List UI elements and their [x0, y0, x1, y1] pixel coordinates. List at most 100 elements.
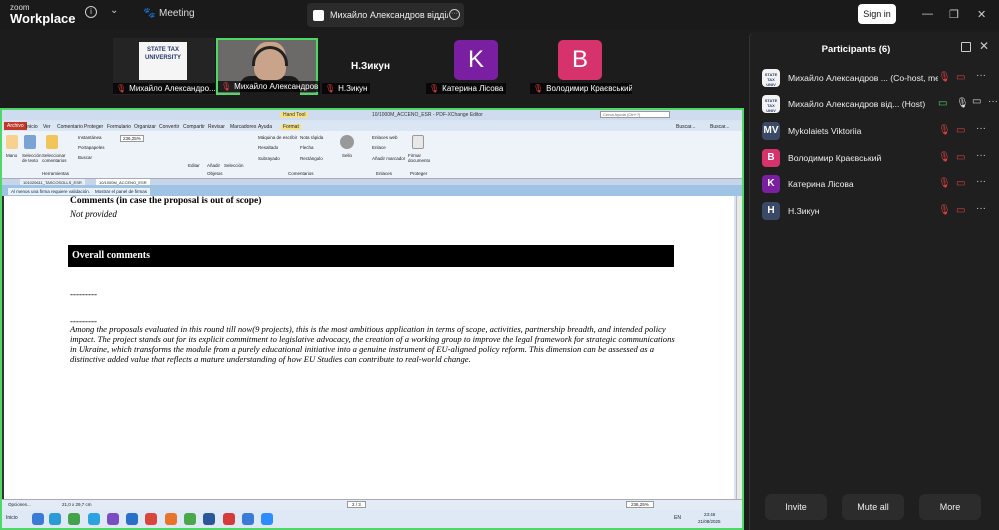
- snapshot-button[interactable]: Instantánea: [78, 135, 102, 140]
- tab-inicio[interactable]: Inicio: [26, 124, 38, 130]
- tab-proteger[interactable]: Proteger: [84, 124, 103, 130]
- underline-button[interactable]: Subrayado: [258, 156, 280, 161]
- camera-on-icon[interactable]: ▭: [972, 96, 981, 107]
- vertical-scrollbar[interactable]: [736, 196, 742, 499]
- tab-archivo[interactable]: Archivo: [4, 122, 27, 130]
- telegram-icon[interactable]: [88, 513, 100, 525]
- tab-ayuda[interactable]: Ayuda: [258, 124, 272, 130]
- app-blue-icon[interactable]: [242, 513, 254, 525]
- text-select-button[interactable]: Selección de texto: [22, 153, 42, 163]
- tab-organizar[interactable]: Organizar: [134, 124, 156, 130]
- screen-share-icon[interactable]: ▭: [938, 98, 947, 109]
- add-bookmark-button[interactable]: Añadir marcador: [372, 156, 405, 161]
- page-number-input[interactable]: 2 / 3: [347, 501, 366, 508]
- participant-row[interactable]: B Володимир Краєвський 🎙 ▭ ···: [762, 149, 994, 167]
- minimize-button[interactable]: —: [922, 8, 933, 20]
- close-button[interactable]: ✕: [977, 8, 986, 21]
- camera-off-icon[interactable]: ▭: [956, 125, 965, 136]
- zoom-level-input[interactable]: 236,25%: [626, 501, 654, 508]
- comment-select-button[interactable]: Seleccionar comentarios: [42, 153, 67, 163]
- meeting-tab[interactable]: 🐾 Meeting: [143, 8, 195, 19]
- participant-row[interactable]: STATE TAX UNIV Михайло Александров від..…: [762, 95, 998, 113]
- viber-icon[interactable]: [107, 513, 119, 525]
- app-red-icon[interactable]: [223, 513, 235, 525]
- link-button[interactable]: Enlace: [372, 145, 386, 150]
- chrome-icon[interactable]: [184, 513, 196, 525]
- info-icon[interactable]: i: [85, 6, 97, 18]
- sign-in-button[interactable]: Sign in: [858, 4, 896, 24]
- clipboard-button[interactable]: Portapapeles: [78, 145, 105, 150]
- tab-revisar[interactable]: Revisar: [208, 124, 225, 130]
- video-tile-1[interactable]: STATE TAX UNIVERSITY 🎙 Михайло Александро…: [113, 38, 215, 95]
- more-icon[interactable]: ···: [976, 150, 986, 161]
- more-icon[interactable]: ···: [976, 123, 986, 134]
- add-button[interactable]: Añadir: [207, 163, 220, 168]
- zoom-taskbar-icon[interactable]: [261, 513, 273, 525]
- camera-off-icon[interactable]: ▭: [956, 72, 965, 83]
- participant-row[interactable]: H Н.Зикун 🎙 ▭ ···: [762, 202, 994, 220]
- start-button[interactable]: Inicio: [6, 515, 18, 521]
- camera-off-icon[interactable]: ▭: [956, 152, 965, 163]
- tab-marcadores[interactable]: Marcadores: [230, 124, 256, 130]
- zoom-select[interactable]: 236,25%: [120, 135, 144, 142]
- invite-button[interactable]: Invite: [765, 494, 827, 520]
- whatsapp-icon[interactable]: [68, 513, 80, 525]
- tab-convertir[interactable]: Convertir: [159, 124, 179, 130]
- edit-button[interactable]: Editar: [188, 163, 200, 168]
- more-icon[interactable]: ···: [976, 176, 986, 187]
- select-button[interactable]: Selección: [224, 163, 244, 168]
- shared-window-tab[interactable]: Михайло Александров відділ мі ···: [307, 3, 464, 27]
- mic-muted-icon[interactable]: 🎙: [938, 178, 951, 189]
- weblinks-button[interactable]: Enlaces web: [372, 135, 398, 140]
- typewriter-button[interactable]: Máquina de escribir: [258, 135, 297, 140]
- explorer-icon[interactable]: [32, 513, 44, 525]
- mic-on-icon[interactable]: 🎙: [956, 98, 969, 109]
- search-button[interactable]: Buscar...: [710, 124, 729, 130]
- language-indicator[interactable]: EN: [674, 515, 681, 521]
- participant-row[interactable]: MV Mykolaiets Viktoriia 🎙 ▭ ···: [762, 122, 994, 140]
- participant-row[interactable]: K Катерина Лісова 🎙 ▭ ···: [762, 175, 994, 193]
- video-tile-2-active[interactable]: 🎙Михайло Александров ві...: [216, 38, 320, 96]
- tab-formulario[interactable]: Formulario: [107, 124, 131, 130]
- tab-ver[interactable]: Ver: [43, 124, 51, 130]
- participant-row[interactable]: STATE TAX UNIV Михайло Александров ... (…: [762, 69, 994, 87]
- pdf-search-input[interactable]: Cerca Ayuda (Ctrl+?): [600, 111, 670, 118]
- mic-muted-icon[interactable]: 🎙: [938, 125, 951, 136]
- find-button[interactable]: Buscar...: [676, 124, 695, 130]
- restore-button[interactable]: ❐: [949, 8, 959, 21]
- chevron-down-icon[interactable]: ⌄: [110, 5, 118, 16]
- pdf-app-icon[interactable]: [145, 513, 157, 525]
- skype-icon[interactable]: [49, 513, 61, 525]
- arrow-button[interactable]: Flecha: [300, 145, 314, 150]
- mic-muted-icon[interactable]: 🎙: [938, 72, 951, 83]
- word-icon[interactable]: [203, 513, 215, 525]
- close-icon[interactable]: ✕: [979, 39, 989, 53]
- hand-icon[interactable]: [6, 135, 18, 149]
- mute-all-button[interactable]: Mute all: [842, 494, 904, 520]
- mic-muted-icon[interactable]: 🎙: [938, 152, 951, 163]
- sign-document-button[interactable]: Firmar documento: [408, 153, 430, 163]
- show-signatures-button[interactable]: Mostrar el panel de firmas: [92, 188, 151, 195]
- document-page[interactable]: Comments (in case the proposal is out of…: [2, 196, 734, 499]
- sign-document-icon[interactable]: [412, 135, 424, 149]
- firefox-icon[interactable]: [165, 513, 177, 525]
- popout-icon[interactable]: [961, 42, 971, 52]
- shared-screen[interactable]: 10/1000M_ACCENO_ESR - PDF-XChange Editor…: [0, 108, 744, 530]
- text-select-icon[interactable]: [24, 135, 36, 149]
- comment-select-icon[interactable]: [46, 135, 58, 149]
- app-icon[interactable]: [126, 513, 138, 525]
- more-icon[interactable]: ···: [976, 203, 986, 214]
- highlight-button[interactable]: Resaltado: [258, 145, 278, 150]
- options-button[interactable]: Opciones...: [8, 502, 31, 507]
- more-options-icon[interactable]: ···: [449, 9, 460, 20]
- more-button[interactable]: More: [919, 494, 981, 520]
- stamp-icon[interactable]: [340, 135, 354, 149]
- video-tile-5[interactable]: B 🎙 Володимир Краєвський: [530, 38, 632, 95]
- tab-compartir[interactable]: Compartir: [183, 124, 205, 130]
- rectangle-button[interactable]: Rectángulo: [300, 156, 323, 161]
- more-icon[interactable]: ···: [976, 70, 986, 81]
- camera-off-icon[interactable]: ▭: [956, 178, 965, 189]
- more-icon[interactable]: ···: [988, 96, 998, 107]
- tab-format[interactable]: Format: [281, 124, 301, 130]
- mano-button[interactable]: Mano: [6, 153, 17, 158]
